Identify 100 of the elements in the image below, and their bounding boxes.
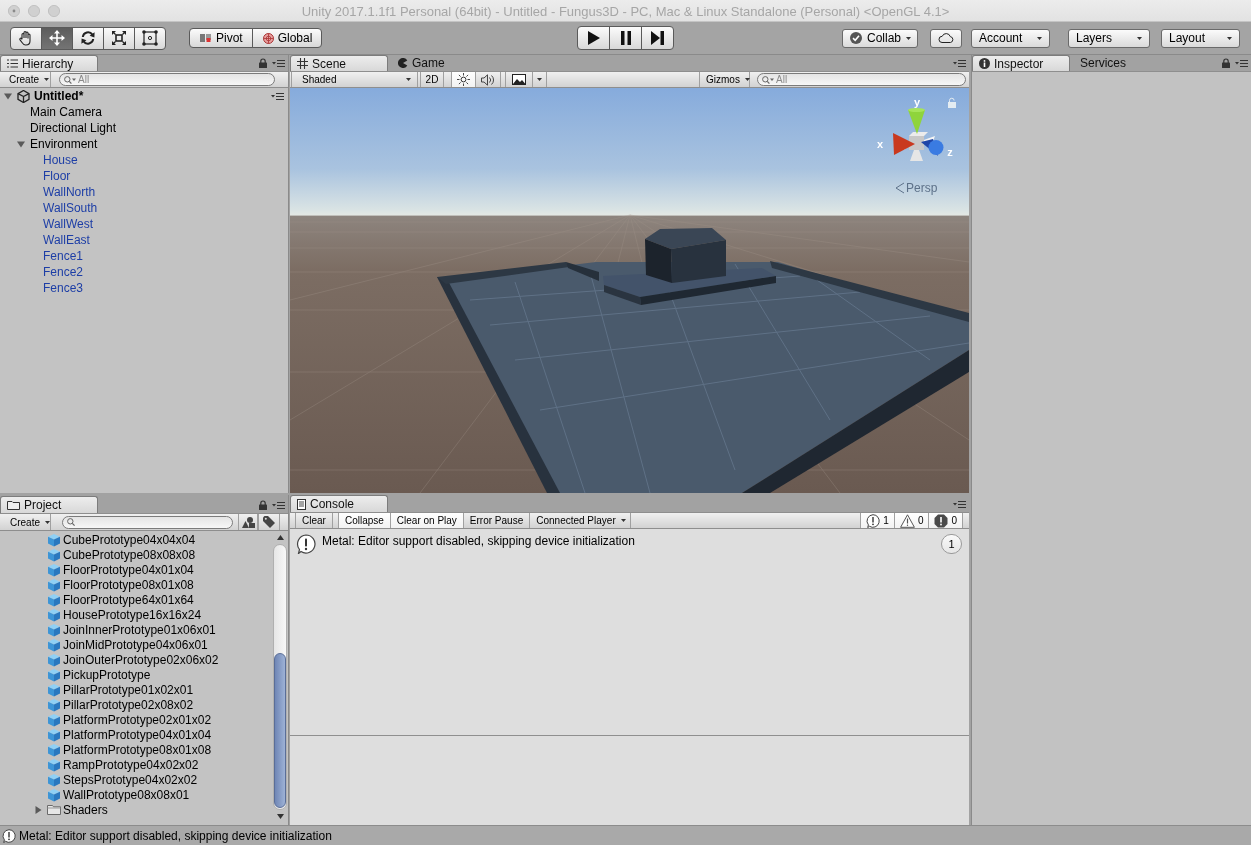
tool-button[interactable] — [10, 26, 42, 50]
disclosure-triangle-icon[interactable] — [4, 92, 12, 100]
lock-icon[interactable] — [259, 500, 267, 510]
asset-item[interactable]: FloorPrototype04x01x04 — [63, 562, 194, 577]
lock-icon[interactable] — [259, 58, 267, 68]
asset-item[interactable]: JoinInnerPrototype01x06x01 — [63, 622, 216, 637]
create-dropdown[interactable]: Create — [0, 72, 51, 87]
menu-icon[interactable] — [271, 92, 284, 100]
type-filter-button[interactable] — [238, 514, 258, 530]
asset-item[interactable]: FloorPrototype64x01x64 — [63, 592, 194, 607]
hierarchy-item[interactable]: WallEast — [43, 233, 90, 247]
log-message[interactable]: Metal: Editor support disabled, skipping device initialization — [322, 534, 635, 548]
lighting-toggle[interactable] — [451, 72, 476, 87]
asset-item[interactable]: RampPrototype04x02x02 — [63, 757, 199, 772]
shapes-icon — [241, 516, 255, 528]
menu-icon[interactable] — [1235, 59, 1248, 67]
panel-tab[interactable]: Hierarchy — [0, 55, 98, 71]
hierarchy-item[interactable]: Fence3 — [43, 281, 84, 295]
tool-button[interactable] — [41, 26, 73, 50]
asset-item[interactable]: PlatformPrototype04x01x04 — [63, 727, 212, 742]
create-dropdown[interactable]: Create — [0, 514, 51, 530]
search-field[interactable] — [62, 515, 233, 529]
close-button[interactable] — [8, 5, 20, 17]
playback-button[interactable] — [609, 26, 642, 50]
hierarchy-item[interactable]: Main Camera — [30, 105, 103, 119]
asset-item[interactable]: PillarPrototype01x02x01 — [63, 682, 194, 697]
hierarchy-item[interactable]: Fence1 — [43, 249, 84, 263]
connected-player-dropdown[interactable]: Connected Player — [530, 513, 632, 528]
asset-item[interactable]: CubePrototype04x04x04 — [63, 532, 196, 547]
hierarchy-item[interactable]: Directional Light — [30, 121, 117, 135]
asset-item[interactable]: FloorPrototype08x01x08 — [63, 577, 194, 592]
global-button[interactable]: Global — [251, 28, 323, 48]
2d-toggle[interactable]: 2D — [420, 72, 444, 87]
effects-toggle[interactable] — [505, 72, 547, 87]
menu-icon[interactable] — [272, 501, 285, 509]
log-filter-toggle[interactable]: 0 — [928, 513, 962, 528]
draw-mode-dropdown[interactable]: Shaded — [291, 72, 418, 87]
panel-tab[interactable]: Inspector — [972, 55, 1070, 71]
pivot-button[interactable]: Pivot — [189, 28, 253, 48]
cube-icon — [47, 652, 61, 667]
tool-button[interactable] — [134, 26, 166, 50]
label-filter-button[interactable] — [258, 514, 280, 530]
panel-tab[interactable]: Project — [0, 496, 98, 513]
log-filter-toggle[interactable]: 1 — [860, 513, 894, 528]
lock-icon[interactable] — [1222, 58, 1230, 68]
console-toggle[interactable]: Clear on Play — [390, 513, 464, 528]
gizmos-dropdown[interactable]: Gizmos — [699, 72, 750, 87]
panel-tab[interactable]: Console — [290, 495, 388, 512]
asset-item[interactable]: PlatformPrototype02x01x02 — [63, 712, 212, 727]
menu-icon[interactable] — [953, 59, 966, 67]
tool-button[interactable] — [72, 26, 104, 50]
menu-icon[interactable] — [272, 59, 285, 67]
playback-button[interactable] — [641, 26, 674, 50]
disclosure-triangle-icon[interactable] — [34, 805, 42, 814]
console-toggle[interactable]: Collapse — [338, 513, 391, 528]
scroll-down-icon[interactable] — [276, 814, 284, 819]
account-dropdown[interactable]: Account — [971, 28, 1050, 48]
search-field[interactable]: All — [59, 73, 275, 86]
hierarchy-item[interactable]: House — [43, 153, 78, 167]
collab-button[interactable]: Collab — [842, 28, 918, 48]
hierarchy-item[interactable]: WallSouth — [43, 201, 98, 215]
panel-tab[interactable]: Services — [1070, 55, 1133, 71]
axis-label: y — [913, 96, 921, 108]
search-icon — [64, 75, 76, 84]
console-toggle[interactable]: Error Pause — [463, 513, 531, 528]
scroll-up-icon[interactable] — [276, 535, 284, 540]
hierarchy-item[interactable]: Floor — [43, 169, 71, 183]
search-field[interactable]: All — [757, 73, 966, 86]
hierarchy-item[interactable]: Environment — [30, 137, 98, 151]
scrollbar-thumb[interactable] — [274, 653, 286, 808]
hierarchy-item[interactable]: Fence2 — [43, 265, 84, 279]
disclosure-triangle-icon[interactable] — [17, 140, 25, 148]
layers-dropdown[interactable]: Layers — [1068, 28, 1150, 48]
orientation-gizmo[interactable] — [893, 108, 944, 161]
hierarchy-item[interactable]: WallWest — [43, 217, 93, 231]
panel-tab[interactable]: Game — [388, 55, 452, 71]
cloud-icon — [938, 33, 954, 43]
asset-item[interactable]: PickupPrototype — [63, 667, 151, 682]
folder-item[interactable]: Shaders — [63, 802, 108, 817]
clear-button[interactable]: Clear — [295, 513, 333, 528]
hierarchy-item[interactable]: WallNorth — [43, 185, 96, 199]
playback-button[interactable] — [577, 26, 610, 50]
window-title: Unity 2017.1.1f1 Personal (64bit) - Untitled - Fungus3D - PC, Mac & Linux Standalone (Personal) <OpenGL 4.1> — [300, 3, 951, 19]
asset-item[interactable]: JoinMidPrototype04x06x01 — [63, 637, 208, 652]
menu-icon[interactable] — [953, 500, 966, 508]
cloud-button[interactable] — [930, 28, 962, 48]
panel-tab[interactable]: Scene — [290, 55, 388, 71]
play-icon — [587, 31, 600, 45]
log-filter-toggle[interactable]: 0 — [893, 513, 929, 528]
asset-item[interactable]: JoinOuterPrototype02x06x02 — [63, 652, 219, 667]
asset-item[interactable]: StepsPrototype04x02x02 — [63, 772, 198, 787]
scene-item[interactable]: Untitled* — [34, 89, 84, 103]
asset-item[interactable]: PillarPrototype02x08x02 — [63, 697, 194, 712]
cube-icon — [47, 682, 61, 697]
asset-item[interactable]: HousePrototype16x16x24 — [63, 607, 202, 622]
asset-item[interactable]: CubePrototype08x08x08 — [63, 547, 196, 562]
tool-button[interactable] — [103, 26, 135, 50]
asset-item[interactable]: PlatformPrototype08x01x08 — [63, 742, 212, 757]
layout-dropdown[interactable]: Layout — [1161, 28, 1240, 48]
asset-item[interactable]: WallPrototype08x08x01 — [63, 787, 190, 802]
